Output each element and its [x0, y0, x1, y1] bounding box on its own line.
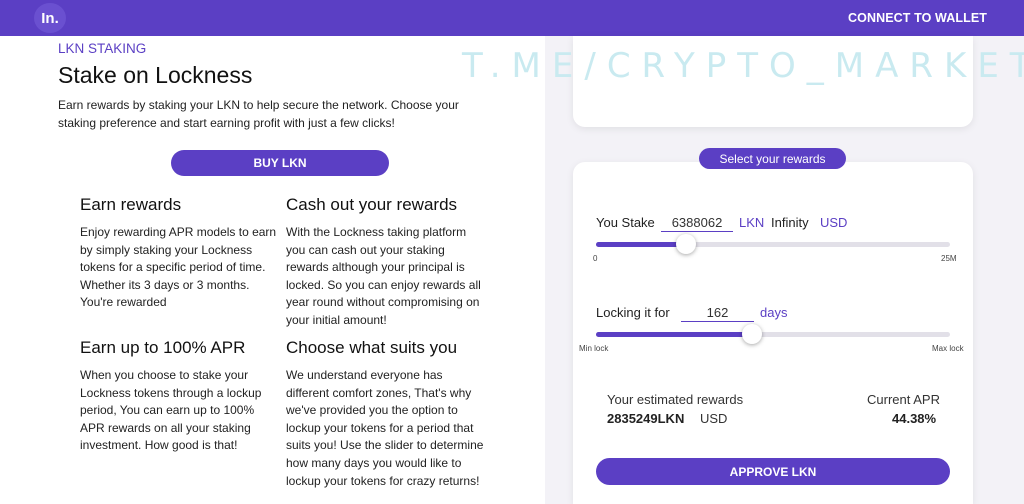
stake-usd-value: Infinity [771, 215, 809, 230]
stake-slider-track[interactable] [596, 242, 950, 247]
select-rewards-tab[interactable]: Select your rewards [699, 148, 846, 169]
stake-max-label: 25M [941, 254, 957, 263]
feature-title: Earn up to 100% APR [80, 338, 246, 357]
feature-title: Earn rewards [80, 195, 182, 214]
feature-body: With the Lockness taking platform you ca… [286, 225, 481, 327]
section-eyebrow: LKN STAKING [58, 41, 147, 56]
feature-title: Choose what suits you [286, 338, 458, 357]
feature-apr: Earn up to 100% APR When you choose to s… [80, 338, 280, 455]
intro-text: Earn rewards by staking your LKN to help… [58, 98, 459, 130]
stake-slider-fill [596, 242, 687, 247]
apr-value: 44.38% [892, 411, 937, 426]
stake-min-label: 0 [593, 254, 598, 263]
stake-amount-input[interactable] [661, 213, 733, 232]
page-title: Stake on Lockness [58, 62, 253, 88]
feature-choose: Choose what suits you We understand ever… [286, 338, 486, 490]
top-bar: In. CONNECT TO WALLET [0, 0, 1024, 36]
approve-lkn-button[interactable]: APPROVE LKN [596, 458, 950, 485]
lock-max-label: Max lock [932, 344, 964, 353]
stake-label: You Stake [596, 215, 655, 230]
lockness-logo[interactable]: In. [34, 3, 66, 33]
lock-days-input[interactable] [681, 304, 754, 322]
lock-unit-label: days [760, 305, 788, 320]
lock-slider-track[interactable] [596, 332, 950, 337]
lock-label: Locking it for [596, 305, 670, 320]
estimated-rewards-value: 2835249LKN [607, 411, 685, 426]
feature-body: We understand everyone has different com… [286, 368, 484, 488]
stake-token-label: LKN [739, 215, 765, 230]
lock-slider-thumb[interactable] [741, 324, 762, 344]
feature-title: Cash out your rewards [286, 195, 458, 214]
lock-slider-fill [596, 332, 752, 337]
stake-usd-label: USD [820, 215, 848, 230]
lock-min-label: Min lock [579, 344, 609, 353]
feature-earn-rewards: Earn rewards Enjoy rewarding APR models … [80, 195, 280, 312]
watermark-text: T.ME/CRYPTO_MARKET [462, 46, 1024, 86]
feature-cash-out: Cash out your rewards With the Lockness … [286, 195, 486, 330]
feature-body: Enjoy rewarding APR models to earn by si… [80, 225, 277, 310]
feature-body: When you choose to stake your Lockness t… [80, 368, 262, 453]
apr-label: Current APR [867, 392, 940, 407]
estimated-rewards-label: Your estimated rewards [607, 392, 744, 407]
connect-wallet-button[interactable]: CONNECT TO WALLET [848, 11, 987, 25]
estimated-rewards-usd: USD [700, 411, 728, 426]
buy-lkn-button[interactable]: BUY LKN [171, 150, 389, 176]
